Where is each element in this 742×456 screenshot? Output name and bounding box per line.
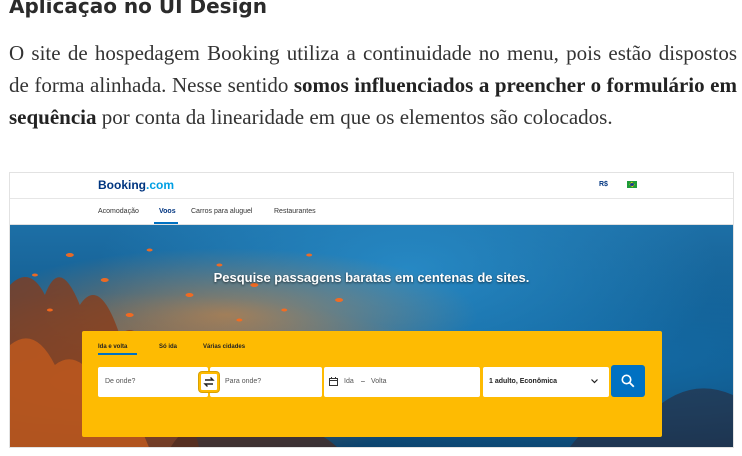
paragraph-text-end: por conta da linearidade em que os eleme… bbox=[96, 105, 613, 129]
nav-item-flights[interactable]: Voos bbox=[159, 208, 176, 215]
passengers-value: 1 adulto, Econômica bbox=[489, 378, 558, 385]
booking-header: Booking.com R$ bbox=[10, 173, 733, 199]
booking-screenshot-figure: Booking.com R$ Acomodação Voos Carros pa… bbox=[9, 172, 734, 448]
hero-title: Pesquise passagens baratas em centenas d… bbox=[213, 270, 530, 285]
swap-icon[interactable] bbox=[199, 372, 219, 392]
booking-logo[interactable]: Booking.com bbox=[98, 178, 174, 192]
article-paragraph: O site de hospedagem Booking utiliza a c… bbox=[9, 37, 737, 133]
origin-placeholder: De onde? bbox=[105, 378, 136, 385]
passengers-select[interactable]: 1 adulto, Econômica bbox=[483, 367, 609, 397]
tab-round-trip[interactable]: Ida e volta bbox=[98, 344, 127, 350]
nav-item-restaurants[interactable]: Restaurantes bbox=[274, 208, 316, 215]
active-tab-indicator bbox=[98, 353, 137, 355]
date-separator: – bbox=[361, 378, 365, 385]
booking-logo-suffix: .com bbox=[146, 178, 175, 192]
tab-one-way[interactable]: Só ida bbox=[159, 344, 177, 350]
nav-item-accommodation[interactable]: Acomodação bbox=[98, 208, 139, 215]
hero-banner: Pesquise passagens baratas em centenas d… bbox=[10, 225, 733, 447]
active-nav-indicator bbox=[154, 222, 178, 224]
tab-multi-city[interactable]: Várias cidades bbox=[203, 344, 245, 350]
date-from-label: Ida bbox=[344, 378, 354, 385]
date-to-label: Volta bbox=[371, 378, 387, 385]
flight-search-box: Ida e volta Só ida Várias cidades De ond… bbox=[82, 331, 662, 437]
currency-selector[interactable]: R$ bbox=[599, 181, 608, 188]
destination-input[interactable]: Para onde? bbox=[210, 367, 322, 397]
booking-logo-main: Booking bbox=[98, 178, 146, 192]
booking-nav: Acomodação Voos Carros para aluguel Rest… bbox=[10, 199, 733, 225]
origin-input[interactable]: De onde? bbox=[98, 367, 208, 397]
nav-item-car-rental[interactable]: Carros para aluguel bbox=[191, 208, 252, 215]
brazil-flag-icon[interactable] bbox=[627, 181, 637, 188]
search-button[interactable] bbox=[611, 365, 645, 397]
destination-placeholder: Para onde? bbox=[225, 378, 262, 385]
article-heading: Aplicação no UI Design bbox=[9, 0, 267, 18]
date-range-input[interactable]: Ida – Volta bbox=[324, 367, 480, 397]
chevron-down-icon bbox=[591, 379, 598, 384]
search-icon bbox=[621, 374, 635, 388]
calendar-icon bbox=[329, 377, 338, 386]
